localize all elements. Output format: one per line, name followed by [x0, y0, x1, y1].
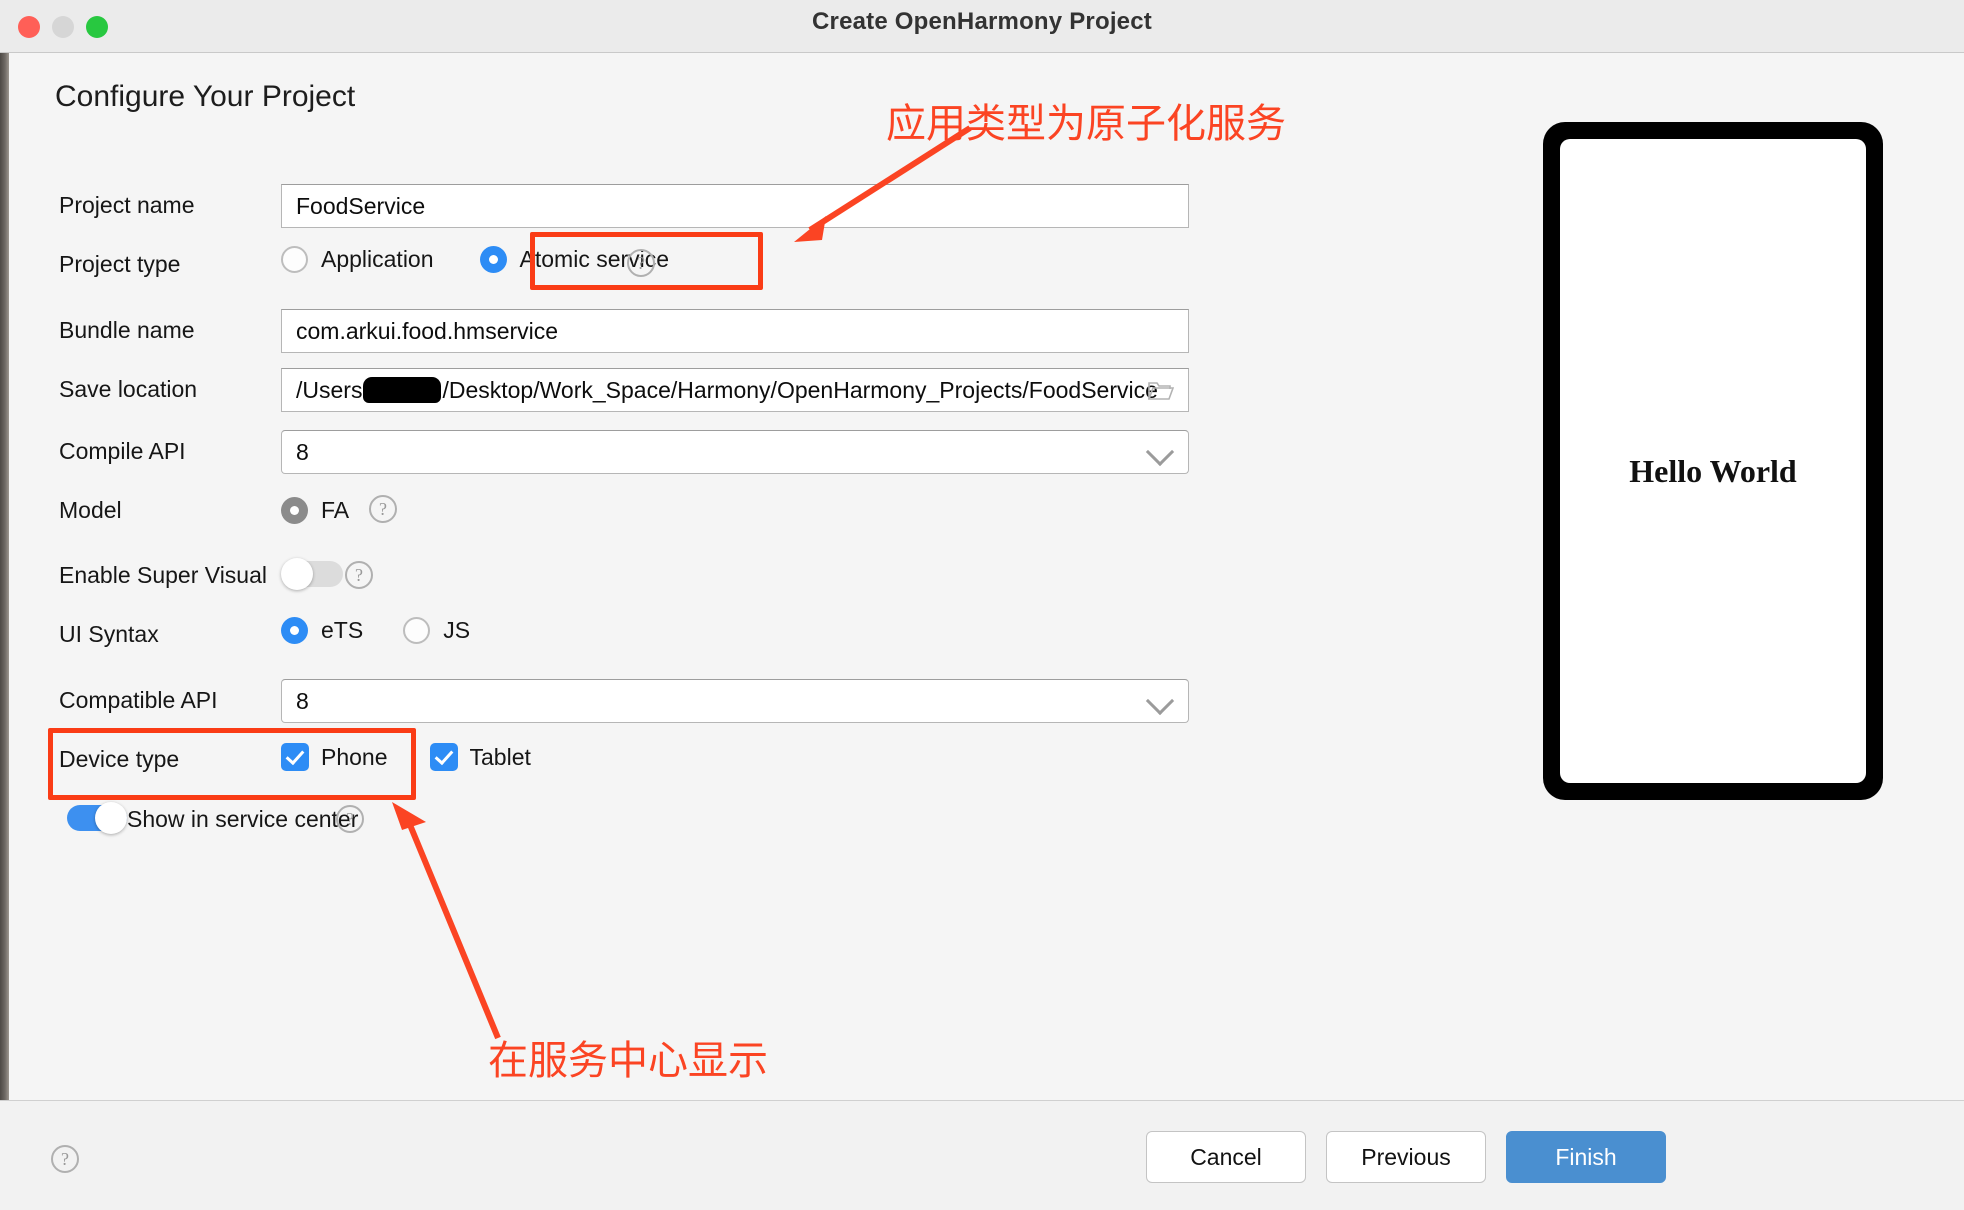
dialog-body: Configure Your Project Project name Food… [0, 53, 1964, 1100]
redacted-username-block [363, 377, 442, 403]
device-type-label: Device type [59, 746, 180, 772]
save-location-label: Save location [59, 376, 198, 402]
compatible-api-value: 8 [296, 687, 309, 714]
cancel-button[interactable]: Cancel [1146, 1131, 1306, 1183]
ui-syntax-radio-group: eTS JS [281, 617, 470, 644]
model-label: Model [59, 497, 122, 523]
page-title: Configure Your Project [55, 80, 356, 113]
radio-circle-selected-icon [479, 246, 507, 273]
compatible-api-label: Compatible API [59, 687, 218, 713]
radio-application-label: Application [321, 246, 434, 272]
project-name-value: FoodService [296, 192, 426, 219]
annotation-text-bottom: 在服务中心显示 [488, 1038, 768, 1084]
radio-application[interactable]: Application [281, 246, 434, 273]
enable-super-visual-label: Enable Super Visual [59, 562, 267, 588]
chevron-down-icon [1145, 686, 1175, 716]
model-radio-group: FA [281, 497, 349, 524]
enable-super-visual-help-icon[interactable]: ? [345, 561, 373, 589]
chevron-down-icon [1145, 437, 1175, 467]
device-type-checkbox-group: Phone Tablet [281, 743, 531, 771]
radio-fa[interactable]: FA [281, 497, 349, 524]
toggle-knob-icon [281, 558, 313, 590]
radio-circle-selected-icon [281, 497, 308, 524]
window-title: Create OpenHarmony Project [812, 8, 1152, 35]
project-type-help-icon[interactable]: ? [627, 249, 655, 277]
create-project-dialog: arkui.club arkui.club arkui.club arkui.c… [0, 0, 1964, 1210]
annotation-text-top: 应用类型为原子化服务 [886, 101, 1286, 147]
bundle-name-label: Bundle name [59, 317, 195, 343]
window-left-edge [0, 53, 9, 1100]
compile-api-value: 8 [296, 438, 309, 465]
folder-icon[interactable] [1148, 379, 1174, 401]
compile-api-label: Compile API [59, 438, 186, 464]
project-name-label: Project name [59, 192, 195, 218]
save-location-suffix: /Desktop/Work_Space/Harmony/OpenHarmony_… [442, 376, 1158, 403]
checkmark-icon [281, 743, 309, 771]
radio-circle-selected-icon [281, 617, 308, 644]
compatible-api-dropdown[interactable]: 8 [281, 679, 1189, 723]
previous-button[interactable]: Previous [1326, 1131, 1486, 1183]
project-name-input[interactable]: FoodService [281, 184, 1189, 228]
radio-ets-label: eTS [321, 617, 364, 643]
checkmark-icon [429, 743, 458, 771]
bundle-name-value: com.arkui.food.hmservice [296, 317, 559, 344]
checkbox-phone[interactable]: Phone [281, 743, 388, 771]
checkbox-tablet[interactable]: Tablet [429, 743, 531, 771]
radio-js[interactable]: JS [403, 617, 470, 644]
project-type-label: Project type [59, 251, 181, 277]
bundle-name-input[interactable]: com.arkui.food.hmservice [281, 309, 1189, 353]
checkbox-tablet-label: Tablet [469, 743, 531, 770]
checkbox-phone-label: Phone [321, 743, 388, 770]
enable-super-visual-toggle[interactable] [281, 558, 343, 590]
radio-fa-label: FA [321, 497, 350, 523]
toggle-knob-icon [95, 802, 127, 834]
dialog-footer [0, 1100, 1964, 1210]
preview-hello-text: Hello World [1629, 452, 1797, 489]
radio-circle-icon [281, 246, 308, 273]
device-preview: Hello World [1543, 122, 1883, 800]
finish-button[interactable]: Finish [1506, 1131, 1666, 1183]
model-help-icon[interactable]: ? [369, 495, 397, 523]
radio-js-label: JS [443, 617, 471, 643]
window-titlebar: Create OpenHarmony Project [0, 0, 1964, 53]
save-location-input[interactable]: /Users/Desktop/Work_Space/Harmony/OpenHa… [281, 368, 1189, 412]
footer-help-icon[interactable]: ? [51, 1145, 79, 1173]
project-type-radio-group: Application Atomic service [281, 246, 669, 273]
ui-syntax-label: UI Syntax [59, 621, 159, 647]
preview-screen: Hello World [1560, 139, 1866, 783]
radio-ets[interactable]: eTS [281, 617, 363, 644]
show-in-service-center-label: Show in service center [127, 806, 359, 832]
save-location-prefix: /Users [296, 376, 363, 403]
show-in-service-center-help-icon[interactable]: ? [336, 805, 364, 833]
show-in-service-center-toggle[interactable] [67, 802, 127, 834]
compile-api-dropdown[interactable]: 8 [281, 430, 1189, 474]
radio-circle-icon [403, 617, 431, 644]
